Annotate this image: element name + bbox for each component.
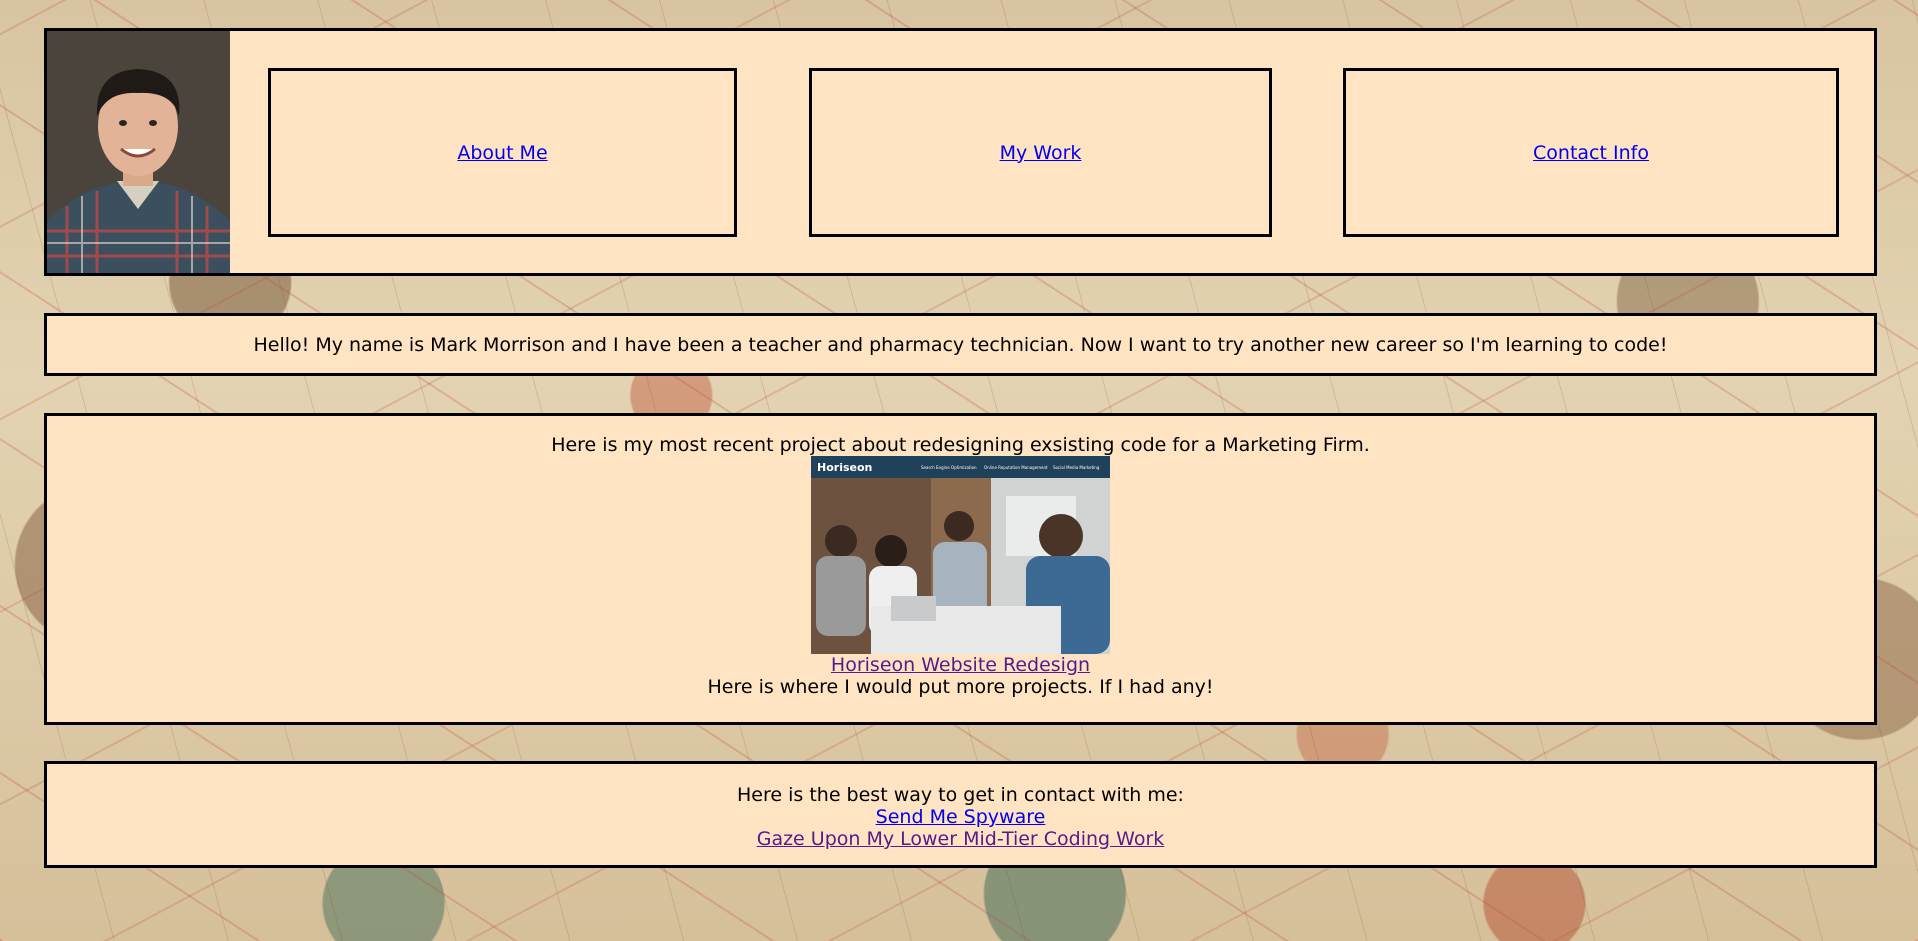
svg-text:Social Media Marketing: Social Media Marketing — [1053, 465, 1100, 470]
nav-link-contact[interactable]: Contact Info — [1533, 142, 1649, 164]
work-intro: Here is my most recent project about red… — [551, 434, 1370, 456]
github-link[interactable]: Gaze Upon My Lower Mid-Tier Coding Work — [757, 828, 1165, 850]
about-text: Hello! My name is Mark Morrison and I ha… — [253, 333, 1668, 356]
avatar — [47, 31, 230, 273]
nav-box-contact: Contact Info — [1343, 68, 1839, 237]
svg-text:Online Reputation Management: Online Reputation Management — [984, 465, 1048, 470]
about-section: Hello! My name is Mark Morrison and I ha… — [44, 313, 1877, 376]
nav-box-work: My Work — [809, 68, 1272, 237]
nav-link-work[interactable]: My Work — [1000, 142, 1082, 164]
header: About Me My Work Contact Info — [44, 28, 1877, 276]
more-projects-text: Here is where I would put more projects.… — [707, 676, 1214, 698]
project-brand: Horiseon — [817, 461, 872, 474]
contact-section: Here is the best way to get in contact w… — [44, 761, 1877, 868]
project-screenshot: Horiseon Search Engine Optimization Onli… — [811, 456, 1110, 654]
email-link[interactable]: Send Me Spyware — [876, 806, 1046, 828]
project-thumbnail[interactable]: Horiseon Search Engine Optimization Onli… — [811, 456, 1110, 654]
work-section: Here is my most recent project about red… — [44, 413, 1877, 725]
profile-photo — [47, 31, 230, 273]
nav-link-about[interactable]: About Me — [457, 142, 547, 164]
nav-box-about: About Me — [268, 68, 737, 237]
contact-intro: Here is the best way to get in contact w… — [737, 784, 1184, 806]
project-link-horiseon[interactable]: Horiseon Website Redesign — [831, 654, 1090, 676]
svg-text:Search Engine Optimization: Search Engine Optimization — [921, 465, 977, 470]
